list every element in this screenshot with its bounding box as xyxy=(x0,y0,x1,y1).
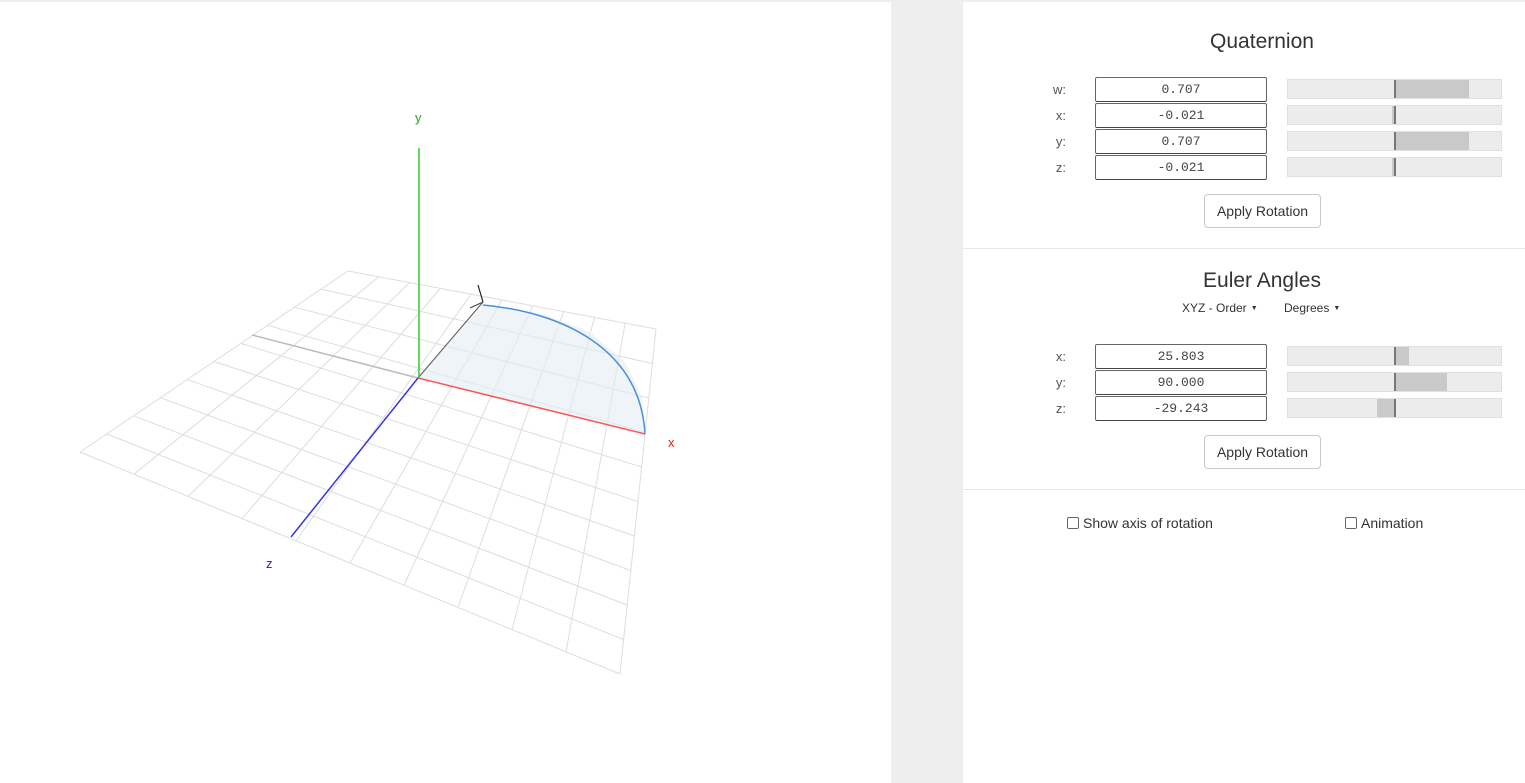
grid-line xyxy=(133,415,628,606)
caret-down-icon: ▼ xyxy=(1333,305,1341,313)
angle-units-dropdown[interactable]: Degrees ▼ xyxy=(1284,301,1340,315)
euler-title: Euler Angles xyxy=(1203,269,1321,292)
value-slider[interactable] xyxy=(1287,372,1502,392)
component-label: z: xyxy=(1055,401,1066,416)
panel-splitter[interactable] xyxy=(891,2,963,783)
slider-center-mark xyxy=(1394,158,1396,176)
3d-viewport[interactable]: x y z xyxy=(0,2,891,783)
value-input[interactable]: 0.707 xyxy=(1095,129,1267,154)
slider-fill xyxy=(1394,347,1409,365)
grid-line xyxy=(79,451,621,675)
component-label: y: xyxy=(1055,134,1066,149)
slider-fill xyxy=(1377,399,1394,417)
grid-line xyxy=(160,397,631,571)
caret-down-icon: ▼ xyxy=(1250,305,1258,313)
value-slider[interactable] xyxy=(1287,79,1502,99)
value-input[interactable]: 90.000 xyxy=(1095,370,1267,395)
component-label: x: xyxy=(1055,108,1066,123)
z-axis-label: z xyxy=(266,556,273,571)
component-label: y: xyxy=(1055,375,1066,390)
slider-fill xyxy=(1394,132,1469,150)
value-slider[interactable] xyxy=(1287,346,1502,366)
object-marker xyxy=(477,284,484,303)
value-slider[interactable] xyxy=(1287,131,1502,151)
euler-order-dropdown[interactable]: XYZ - Order ▼ xyxy=(1182,301,1258,315)
value-input[interactable]: -29.243 xyxy=(1095,396,1267,421)
negative-x-axis xyxy=(251,334,419,379)
component-label: z: xyxy=(1055,160,1066,175)
value-input[interactable]: -0.021 xyxy=(1095,103,1267,128)
rotation-sector xyxy=(418,305,645,434)
value-input[interactable]: 25.803 xyxy=(1095,344,1267,369)
slider-center-mark xyxy=(1394,373,1396,391)
scene-canvas[interactable]: x y z xyxy=(0,2,891,783)
slider-center-mark xyxy=(1394,132,1396,150)
component-label: w: xyxy=(1053,82,1066,97)
animation-option[interactable]: Animation xyxy=(1345,515,1423,531)
x-axis-label: x xyxy=(668,435,675,450)
euler-order-label: XYZ - Order xyxy=(1182,301,1247,315)
controls-panel: Quaternion w: 0.707 x: -0.021 y: 0.707 z: -0.02… xyxy=(963,2,1525,783)
slider-center-mark xyxy=(1394,347,1396,365)
animation-checkbox[interactable] xyxy=(1345,517,1357,529)
quaternion-title: Quaternion xyxy=(1210,30,1314,53)
component-label: x: xyxy=(1055,349,1066,364)
angle-units-label: Degrees xyxy=(1284,301,1330,315)
y-axis-label: y xyxy=(415,110,422,125)
value-slider[interactable] xyxy=(1287,398,1502,418)
apply-euler-button[interactable]: Apply Rotation xyxy=(1204,435,1321,469)
slider-center-mark xyxy=(1394,80,1396,98)
animation-label: Animation xyxy=(1361,515,1424,531)
section-divider xyxy=(963,248,1525,249)
show-axis-checkbox[interactable] xyxy=(1067,517,1079,529)
section-divider xyxy=(963,489,1525,490)
value-slider[interactable] xyxy=(1287,157,1502,177)
value-input[interactable]: 0.707 xyxy=(1095,77,1267,102)
show-axis-label: Show axis of rotation xyxy=(1083,515,1213,531)
slider-center-mark xyxy=(1394,106,1396,124)
apply-quaternion-button[interactable]: Apply Rotation xyxy=(1204,194,1321,228)
slider-fill xyxy=(1394,80,1469,98)
z-axis xyxy=(290,377,419,538)
slider-center-mark xyxy=(1394,399,1396,417)
value-input[interactable]: -0.021 xyxy=(1095,155,1267,180)
slider-fill xyxy=(1394,373,1447,391)
grid-line xyxy=(106,433,624,640)
value-slider[interactable] xyxy=(1287,105,1502,125)
show-axis-option[interactable]: Show axis of rotation xyxy=(1067,515,1213,531)
